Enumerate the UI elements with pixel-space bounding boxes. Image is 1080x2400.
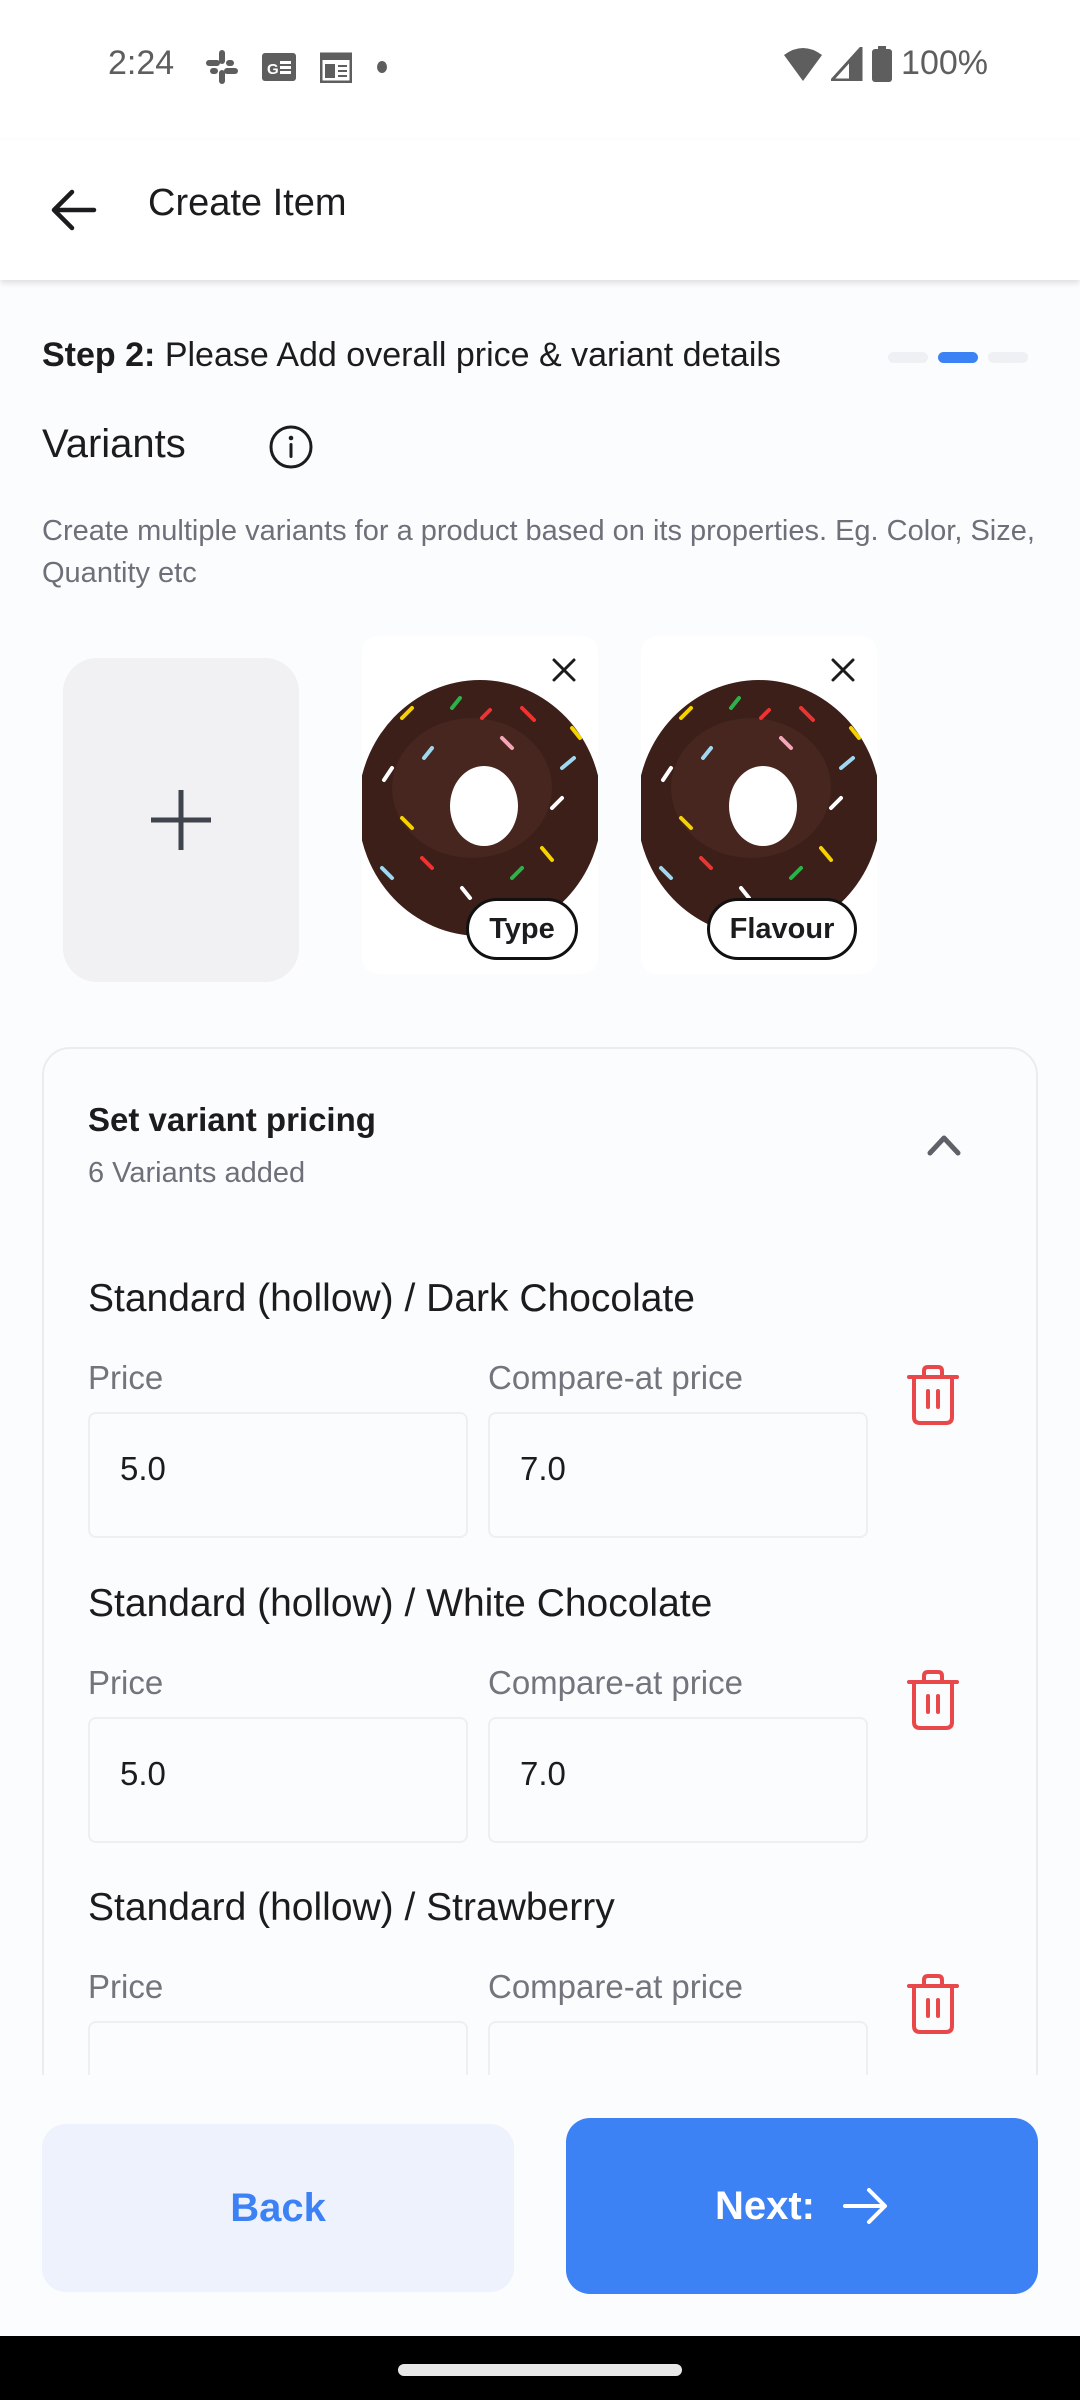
price-label: Price xyxy=(88,1664,164,1701)
chevron-up-icon[interactable] xyxy=(924,1129,964,1159)
variant-pricing-card: Set variant pricing 6 Variants added Sta… xyxy=(42,1047,1038,2075)
variant-option-card[interactable]: Flavour xyxy=(641,636,877,974)
trash-icon[interactable] xyxy=(906,1974,960,2036)
variant-option-card[interactable]: Type xyxy=(362,636,598,974)
app-bar: Create Item xyxy=(0,140,1080,280)
compare-at-price-label: Compare-at price xyxy=(488,1968,743,2005)
info-icon[interactable] xyxy=(268,424,314,470)
compare-at-price-label: Compare-at price xyxy=(488,1359,743,1396)
variants-description: Create multiple variants for a product b… xyxy=(42,515,1035,589)
compare-at-price-input[interactable] xyxy=(488,2021,868,2075)
variant-row: Standard (hollow) / Dark Chocolate Price… xyxy=(88,1277,988,1538)
pricing-card-title: Set variant pricing xyxy=(88,1101,376,1138)
compare-at-price-input[interactable]: 7.0 xyxy=(488,1717,868,1843)
variants-title: Variants xyxy=(42,422,186,466)
battery-percent: 100% xyxy=(901,44,988,82)
price-label: Price xyxy=(88,1968,164,2005)
price-input[interactable]: 5.0 xyxy=(88,1717,468,1843)
page-title: Create Item xyxy=(148,182,347,224)
home-gesture-handle[interactable] xyxy=(398,2364,682,2376)
close-icon[interactable] xyxy=(821,648,865,692)
compare-at-price-label: Compare-at price xyxy=(488,1664,743,1701)
step-dot-1 xyxy=(888,352,928,363)
price-input[interactable]: 5.0 xyxy=(88,1412,468,1538)
compare-at-price-input[interactable]: 7.0 xyxy=(488,1412,868,1538)
variants-count: 6 Variants added xyxy=(88,1157,306,1189)
arrow-right-icon xyxy=(843,2188,888,2224)
arrow-left-icon[interactable] xyxy=(46,182,102,238)
system-navigation-bar xyxy=(0,2336,1080,2400)
step-progress-indicator xyxy=(888,352,1028,363)
svg-text:G: G xyxy=(267,61,279,78)
battery-icon xyxy=(872,45,893,82)
wifi-icon xyxy=(784,47,823,81)
step-text: Please Add overall price & variant detai… xyxy=(164,336,781,374)
dot-icon xyxy=(377,61,387,73)
trash-icon[interactable] xyxy=(906,1670,960,1732)
step-heading: Step 2: Please Add overall price & varia… xyxy=(42,336,781,375)
status-bar: 2:24 G 100% xyxy=(0,0,1080,140)
plus-icon xyxy=(151,790,211,850)
option-label-chip: Type xyxy=(466,898,578,960)
status-time: 2:24 xyxy=(108,44,175,82)
content-scroll-area[interactable]: Step 2: Please Add overall price & varia… xyxy=(0,280,1080,2075)
back-button[interactable]: Back xyxy=(42,2124,514,2292)
calendar-icon xyxy=(320,52,352,83)
system-icons: 100% xyxy=(783,44,988,83)
variant-row: Standard (hollow) / Strawberry Price Com… xyxy=(88,1886,988,2075)
variant-name: Standard (hollow) / Strawberry xyxy=(88,1886,615,1929)
next-button-label: Next: xyxy=(714,2183,816,2228)
step-dot-3 xyxy=(988,352,1028,363)
trash-icon[interactable] xyxy=(906,1365,960,1427)
back-button-label: Back xyxy=(230,2185,326,2230)
slack-icon xyxy=(206,50,238,84)
signal-icon xyxy=(831,46,863,81)
variant-name: Standard (hollow) / Dark Chocolate xyxy=(88,1277,695,1320)
variant-name: Standard (hollow) / White Chocolate xyxy=(88,1582,713,1625)
next-button[interactable]: Next: xyxy=(566,2118,1038,2294)
step-dot-2-active xyxy=(938,352,978,363)
add-variant-option-button[interactable] xyxy=(63,658,299,982)
news-icon: G xyxy=(262,53,296,81)
price-label: Price xyxy=(88,1359,164,1396)
close-icon[interactable] xyxy=(542,648,586,692)
step-label: Step 2: xyxy=(42,336,156,374)
price-input[interactable] xyxy=(88,2021,468,2075)
notification-icons: G xyxy=(206,50,388,84)
option-label-chip: Flavour xyxy=(707,898,857,960)
variant-row: Standard (hollow) / White Chocolate Pric… xyxy=(88,1582,988,1843)
donut-image xyxy=(362,680,598,936)
